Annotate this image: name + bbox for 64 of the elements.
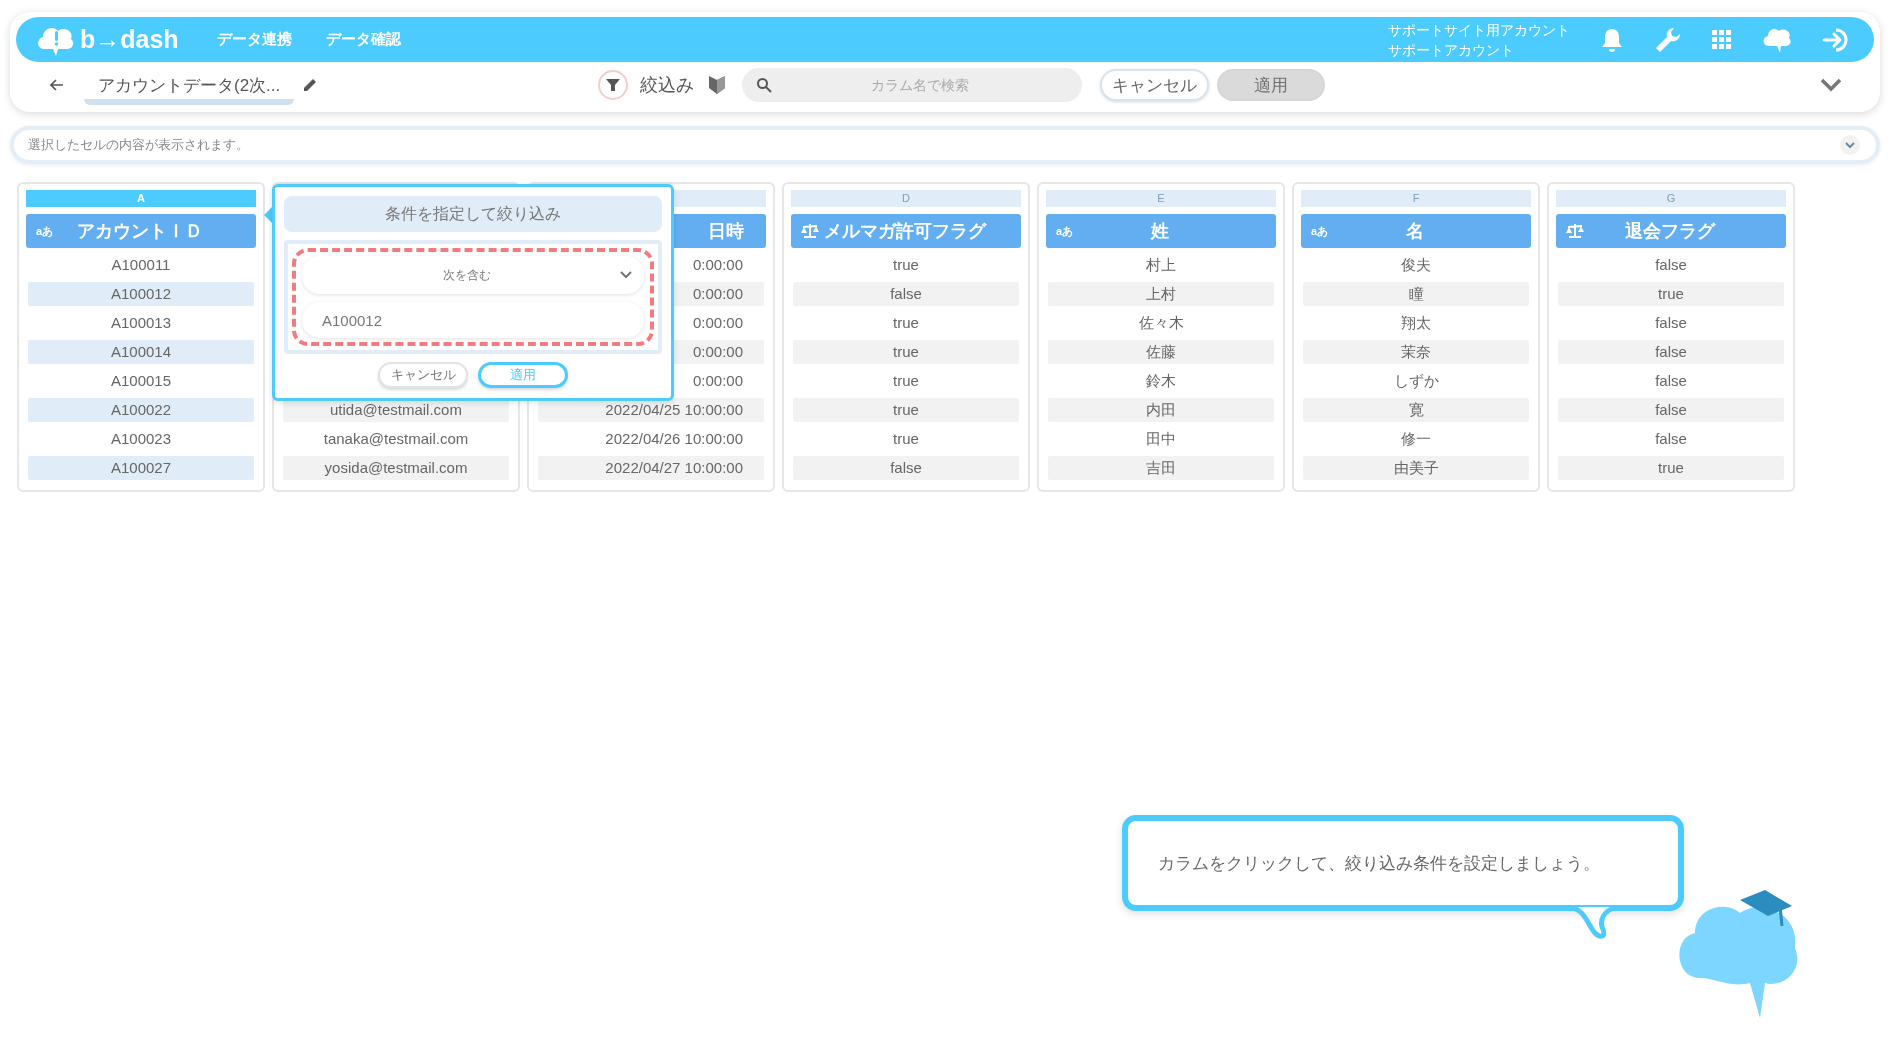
table-cell[interactable]: 寛 xyxy=(1303,398,1529,422)
table-cell[interactable]: false xyxy=(1558,253,1784,277)
table-cell[interactable]: false xyxy=(1558,311,1784,335)
search-field[interactable]: カラム名で検索 xyxy=(742,68,1083,102)
document-title[interactable]: アカウントデータ(2次... xyxy=(84,73,295,105)
table-cell[interactable]: 上村 xyxy=(1048,282,1274,306)
cancel-button[interactable]: キャンセル xyxy=(378,362,468,388)
table-cell[interactable]: 2022/04/27 10:00:00 xyxy=(538,456,764,480)
table-cell[interactable]: 田中 xyxy=(1048,427,1274,451)
table-cell[interactable]: しずか xyxy=(1303,369,1529,393)
table-cell[interactable]: 由美子 xyxy=(1303,456,1529,480)
table-cell[interactable]: yosida@testmail.com xyxy=(283,456,509,480)
table-cell[interactable]: true xyxy=(793,369,1019,393)
type-label: aあ xyxy=(1311,223,1329,239)
table-cell[interactable]: 吉田 xyxy=(1048,456,1274,480)
table-cell[interactable]: true xyxy=(1558,282,1784,306)
table-cell[interactable]: 内田 xyxy=(1048,398,1274,422)
value-input[interactable]: A100012 xyxy=(322,308,624,332)
table-cell[interactable]: false xyxy=(1558,369,1784,393)
filter-label: 絞込み xyxy=(640,74,695,97)
table-cell[interactable]: 佐藤 xyxy=(1048,340,1274,364)
table-cell[interactable]: true xyxy=(793,427,1019,451)
table-cell[interactable]: A100012 xyxy=(28,282,254,306)
table-cell[interactable]: false xyxy=(793,282,1019,306)
account-name: サポートアカウント xyxy=(1388,40,1515,60)
logo-text: b→dash xyxy=(80,25,179,54)
table-cell[interactable]: true xyxy=(793,253,1019,277)
table-cell[interactable]: true xyxy=(793,398,1019,422)
condition-dropdown[interactable]: 次を含む xyxy=(302,256,644,294)
table-cell[interactable]: true xyxy=(793,311,1019,335)
table-cell[interactable]: A100014 xyxy=(28,340,254,364)
table-cell[interactable]: 2022/04/26 10:00:00 xyxy=(538,427,764,451)
cancel-button[interactable]: キャンセル xyxy=(1100,69,1210,101)
table-cell[interactable]: 佐々木 xyxy=(1048,311,1274,335)
type-label: aあ xyxy=(36,223,54,239)
table-cell[interactable]: A100027 xyxy=(28,456,254,480)
table-cell[interactable]: true xyxy=(793,340,1019,364)
table-cell[interactable]: A100023 xyxy=(28,427,254,451)
search-input[interactable]: カラム名で検索 xyxy=(772,76,1069,94)
table-cell[interactable]: false xyxy=(793,456,1019,480)
table-cell[interactable]: A100013 xyxy=(28,311,254,335)
table-cell[interactable]: false xyxy=(1558,398,1784,422)
account-name: サポートサイト用アカウント xyxy=(1388,20,1570,40)
table-cell[interactable]: 修一 xyxy=(1303,427,1529,451)
table-cell[interactable]: 瞳 xyxy=(1303,282,1529,306)
table-cell[interactable]: 俊夫 xyxy=(1303,253,1529,277)
table-cell[interactable]: A100022 xyxy=(28,398,254,422)
tip-text: カラムをクリックして、絞り込み条件を設定しましょう。 xyxy=(1158,852,1600,875)
table-cell[interactable]: 村上 xyxy=(1048,253,1274,277)
table-cell[interactable]: A100011 xyxy=(28,253,254,277)
table-cell[interactable]: 鈴木 xyxy=(1048,369,1274,393)
table-cell[interactable]: 2022/04/25 10:00:00 xyxy=(538,398,764,422)
cell-content-placeholder: 選択したセルの内容が表示されます。 xyxy=(28,136,250,154)
cell-content-field[interactable]: 選択したセルの内容が表示されます。 xyxy=(10,126,1880,164)
table-cell[interactable]: 翔太 xyxy=(1303,311,1529,335)
table-cell[interactable]: false xyxy=(1558,340,1784,364)
popup-title: 条件を指定して絞り込み xyxy=(284,196,662,232)
table-cell[interactable]: true xyxy=(1558,456,1784,480)
table-cell[interactable]: A100015 xyxy=(28,369,254,393)
type-label: aあ xyxy=(1056,223,1074,239)
table-cell[interactable]: tanaka@testmail.com xyxy=(283,427,509,451)
value-field[interactable]: A100012 xyxy=(302,302,644,338)
table-cell[interactable]: false xyxy=(1558,427,1784,451)
table-cell[interactable]: 茉奈 xyxy=(1303,340,1529,364)
